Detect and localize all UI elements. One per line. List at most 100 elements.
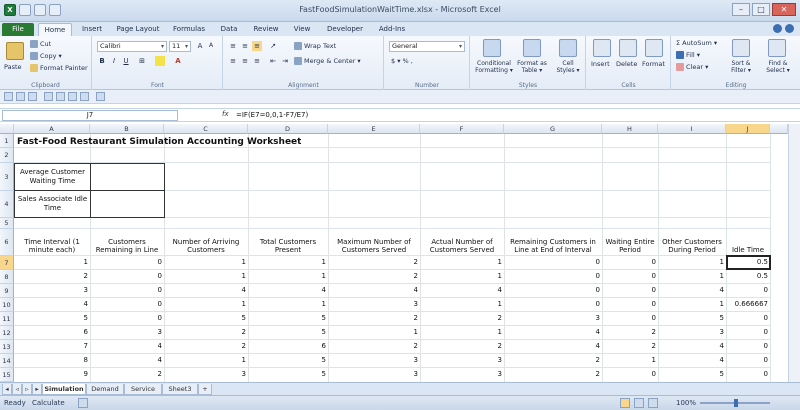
- minimize-icon[interactable]: –: [732, 3, 750, 16]
- table-cell[interactable]: 5: [248, 356, 328, 367]
- table-cell[interactable]: 5: [164, 314, 248, 325]
- find-select-icon[interactable]: [768, 39, 786, 57]
- paste-icon[interactable]: [6, 42, 24, 60]
- delete-button[interactable]: Delete: [616, 60, 637, 68]
- increase-indent-icon[interactable]: ⇥: [280, 56, 290, 66]
- page-break-view-icon[interactable]: [648, 398, 658, 408]
- table-cell[interactable]: 2: [328, 314, 420, 325]
- table-cell[interactable]: 3: [420, 356, 504, 367]
- table-cell[interactable]: 1: [420, 300, 504, 311]
- tab-formulas[interactable]: Formulas: [168, 23, 210, 36]
- table-cell[interactable]: 3: [14, 286, 90, 297]
- new-qat-icon[interactable]: [44, 92, 53, 101]
- clear-button[interactable]: Clear ▾: [676, 63, 708, 71]
- font-size-select[interactable]: 11: [169, 41, 191, 52]
- table-cell[interactable]: 9: [14, 370, 90, 381]
- table-cell[interactable]: 2: [602, 328, 658, 339]
- row-header[interactable]: 10: [0, 298, 14, 312]
- table-cell[interactable]: 0.666667: [726, 300, 770, 311]
- table-cell[interactable]: 4: [504, 328, 602, 339]
- table-cell[interactable]: 1: [658, 272, 726, 283]
- table-cell[interactable]: 1: [658, 300, 726, 311]
- help-icon[interactable]: [785, 24, 794, 33]
- table-cell[interactable]: 4: [420, 286, 504, 297]
- align-top-icon[interactable]: ≡: [228, 41, 238, 51]
- avg-wait-label[interactable]: Average Customer Waiting Time: [15, 165, 90, 189]
- autosum-button[interactable]: Σ AutoSum ▾: [676, 39, 717, 47]
- table-cell[interactable]: 2: [328, 342, 420, 353]
- table-cell[interactable]: 0: [726, 286, 770, 297]
- column-header-h[interactable]: H: [602, 124, 658, 134]
- prev-sheet-icon[interactable]: ◃: [12, 384, 22, 395]
- table-cell[interactable]: 0: [602, 272, 658, 283]
- table-cell[interactable]: 1: [164, 258, 248, 269]
- table-cell[interactable]: 5: [248, 314, 328, 325]
- column-header-i[interactable]: I: [658, 124, 726, 134]
- sheet-title[interactable]: Fast-Food Restaurant Simulation Accounti…: [17, 137, 301, 147]
- table-cell[interactable]: 2: [504, 356, 602, 367]
- fill-color-icon[interactable]: [155, 56, 165, 66]
- insert-sheet-icon[interactable]: +: [198, 384, 212, 395]
- preview-qat-icon[interactable]: [80, 92, 89, 101]
- normal-view-icon[interactable]: [620, 398, 630, 408]
- table-cell[interactable]: 4: [90, 356, 164, 367]
- format-button[interactable]: Format: [642, 60, 665, 68]
- next-sheet-icon[interactable]: ▹: [22, 384, 32, 395]
- align-center-icon[interactable]: ≡: [240, 56, 250, 66]
- first-sheet-icon[interactable]: ◂: [2, 384, 12, 395]
- copy-button[interactable]: Copy ▾: [30, 52, 62, 60]
- table-cell[interactable]: 0: [726, 342, 770, 353]
- table-cell[interactable]: 3: [328, 300, 420, 311]
- sheet-tab-demand[interactable]: Demand: [86, 384, 124, 395]
- table-cell[interactable]: 2: [90, 370, 164, 381]
- table-cell[interactable]: 0: [504, 286, 602, 297]
- formula-input[interactable]: =IF(E7=0,0,1-F7/E7): [236, 111, 308, 119]
- table-cell[interactable]: 6: [248, 342, 328, 353]
- sheet-tab-service[interactable]: Service: [124, 384, 162, 395]
- table-cell[interactable]: 3: [90, 328, 164, 339]
- table-cell[interactable]: 1: [658, 258, 726, 269]
- tab-view[interactable]: View: [288, 23, 316, 36]
- table-cell[interactable]: 2: [328, 272, 420, 283]
- print-qat-icon[interactable]: [68, 92, 77, 101]
- column-header-b[interactable]: B: [90, 124, 164, 134]
- table-cell[interactable]: 0: [602, 314, 658, 325]
- table-cell[interactable]: 0: [90, 272, 164, 283]
- table-cell[interactable]: 1: [164, 356, 248, 367]
- table-cell[interactable]: 5: [248, 328, 328, 339]
- tab-add-ins[interactable]: Add-Ins: [372, 23, 412, 36]
- table-cell[interactable]: 0: [90, 286, 164, 297]
- header-max-served[interactable]: Maximum Number of Customers Served: [328, 230, 420, 255]
- table-cell[interactable]: 1: [420, 258, 504, 269]
- table-cell[interactable]: 0: [90, 258, 164, 269]
- vertical-scrollbar[interactable]: [788, 124, 800, 382]
- maximize-icon[interactable]: □: [752, 3, 770, 16]
- table-cell[interactable]: 0: [504, 300, 602, 311]
- macro-record-icon[interactable]: [78, 398, 88, 408]
- name-box[interactable]: J7: [2, 110, 178, 121]
- format-cells-icon[interactable]: [645, 39, 663, 57]
- table-cell[interactable]: 3: [658, 328, 726, 339]
- zoom-level[interactable]: 100%: [676, 399, 696, 407]
- table-cell[interactable]: 3: [420, 370, 504, 381]
- table-cell[interactable]: 1: [248, 300, 328, 311]
- idle-time-label[interactable]: Sales Associate Idle Time: [15, 192, 90, 216]
- header-remaining-end[interactable]: Remaining Customers in Line at End of In…: [504, 230, 602, 255]
- row-header[interactable]: 14: [0, 354, 14, 368]
- table-cell[interactable]: 4: [328, 286, 420, 297]
- align-bottom-icon[interactable]: ≡: [252, 41, 262, 51]
- table-cell[interactable]: 3: [328, 370, 420, 381]
- tab-review[interactable]: Review: [248, 23, 284, 36]
- column-header-e[interactable]: E: [328, 124, 420, 134]
- close-icon[interactable]: ✕: [772, 3, 796, 16]
- sheet-tab-simulation[interactable]: Simulation: [42, 384, 86, 395]
- table-cell[interactable]: 4: [658, 286, 726, 297]
- column-header-g[interactable]: G: [504, 124, 602, 134]
- row-header[interactable]: 15: [0, 368, 14, 382]
- last-sheet-icon[interactable]: ▸: [32, 384, 42, 395]
- table-cell[interactable]: 0: [726, 314, 770, 325]
- merge-center-button[interactable]: Merge & Center ▾: [294, 57, 361, 65]
- table-cell[interactable]: 1: [164, 300, 248, 311]
- format-as-table-button[interactable]: Format as Table ▾: [516, 60, 548, 74]
- table-cell[interactable]: 0: [504, 272, 602, 283]
